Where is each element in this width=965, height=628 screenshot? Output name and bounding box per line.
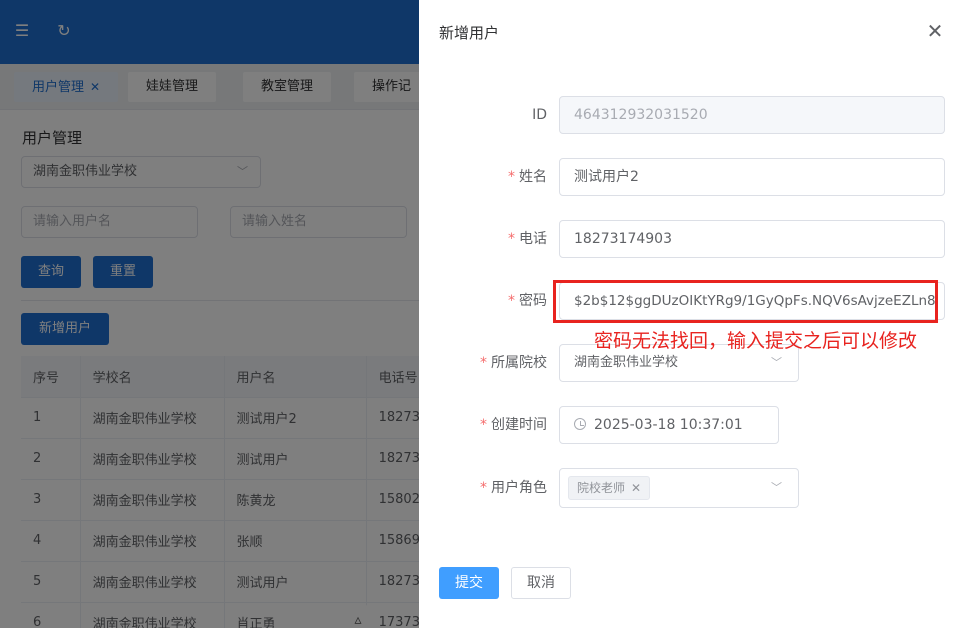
created-label-text: 创建时间 [491,417,547,433]
required-mark: * [508,293,515,309]
password-label: * 密码 [419,282,547,320]
required-mark: * [480,417,487,433]
required-mark: * [508,169,515,185]
chevron-down-icon: ﹀ [771,481,782,494]
role-tag-label: 院校老师 [577,481,626,495]
id-field: 464312932031520 [559,96,945,134]
id-label-text: ID [532,107,547,123]
required-mark: * [480,480,487,496]
role-select[interactable]: 院校老师 ✕ ﹀ [559,468,799,508]
tag-close-icon[interactable]: ✕ [631,481,641,495]
school-label-text: 所属院校 [491,355,547,371]
form-row-id: ID 464312932031520 [419,96,965,134]
phone-label: * 电话 [419,220,547,258]
school-value: 湖南金职伟业学校 [574,355,679,370]
drawer-title: 新增用户 [439,24,500,42]
phone-label-text: 电话 [519,231,547,247]
required-mark: * [480,355,487,371]
created-datetime-picker[interactable]: 2025-03-18 10:37:01 [559,406,779,444]
name-label-text: 姓名 [519,169,547,185]
password-annotation: 密码无法找回，输入提交之后可以修改 [594,330,918,352]
submit-button[interactable]: 提交 [439,567,499,599]
password-highlight-box [553,280,938,323]
role-label: * 用户角色 [419,468,547,508]
name-value: 测试用户2 [574,169,639,185]
phone-field[interactable]: 18273174903 [559,220,945,258]
created-value: 2025-03-18 10:37:01 [594,417,743,433]
name-field[interactable]: 测试用户2 [559,158,945,196]
school-label: * 所属院校 [419,344,547,382]
form-row-phone: * 电话 18273174903 [419,220,965,258]
clock-icon [574,418,586,430]
form-row-role: * 用户角色 院校老师 ✕ ﹀ [419,468,965,508]
phone-value: 18273174903 [574,231,672,247]
created-label: * 创建时间 [419,406,547,444]
password-label-text: 密码 [519,293,547,309]
name-label: * 姓名 [419,158,547,196]
cancel-button[interactable]: 取消 [511,567,571,599]
form-row-name: * 姓名 测试用户2 [419,158,965,196]
close-icon[interactable]: ✕ [925,20,945,42]
role-label-text: 用户角色 [491,480,547,496]
id-value: 464312932031520 [574,107,708,123]
form-row-created: * 创建时间 2025-03-18 10:37:01 [419,406,965,444]
role-tag: 院校老师 ✕ [568,476,651,500]
id-label: ID [419,96,547,134]
required-mark: * [508,231,515,247]
